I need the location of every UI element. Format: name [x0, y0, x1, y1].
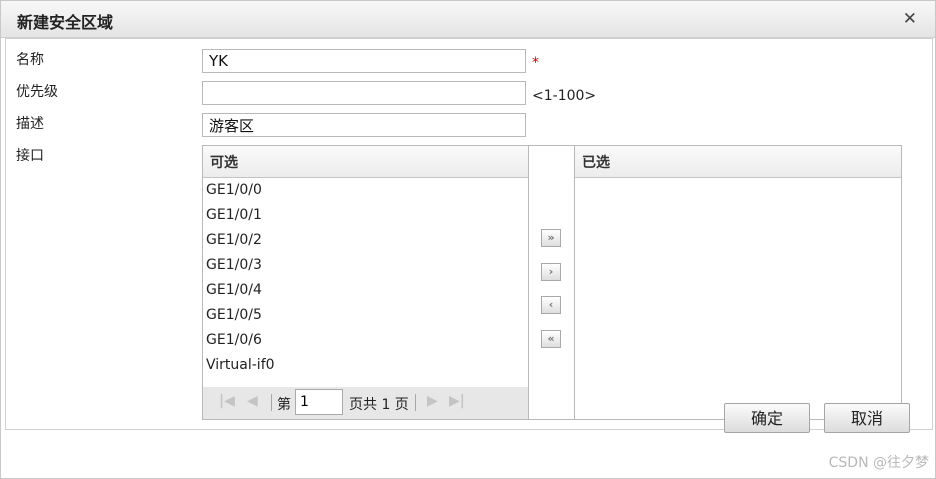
watermark: CSDN @往夕梦	[828, 455, 929, 471]
priority-input[interactable]	[202, 81, 526, 105]
available-header-label: 可选	[210, 155, 238, 171]
description-label: 描述	[16, 116, 44, 132]
last-page-icon[interactable]: ▶|	[449, 393, 465, 409]
list-item[interactable]: GE1/0/3	[203, 253, 528, 278]
pager: |◀ ◀ 第 页共 1 页 ▶ ▶|	[203, 387, 528, 419]
priority-label: 优先级	[16, 84, 58, 100]
available-list: GE1/0/0 GE1/0/1 GE1/0/2 GE1/0/3 GE1/0/4 …	[203, 178, 528, 378]
list-item[interactable]: GE1/0/2	[203, 228, 528, 253]
dialog-title: 新建安全区域	[17, 13, 114, 32]
new-security-zone-dialog: 新建安全区域 ✕ 名称 * 优先级 <1-100> 描述 接口 可选 GE1/0…	[0, 0, 936, 479]
name-label: 名称	[16, 52, 44, 68]
list-item[interactable]: GE1/0/1	[203, 203, 528, 228]
cancel-button[interactable]: 取消	[824, 403, 910, 433]
dialog-content: 名称 * 优先级 <1-100> 描述 接口 可选 GE1/0/0 GE1/0/…	[5, 38, 933, 430]
next-page-icon[interactable]: ▶	[427, 393, 438, 409]
page-prefix: 第	[277, 397, 291, 413]
available-panel: 可选 GE1/0/0 GE1/0/1 GE1/0/2 GE1/0/3 GE1/0…	[202, 145, 529, 420]
dialog-titlebar: 新建安全区域 ✕	[1, 1, 935, 38]
description-input[interactable]	[202, 113, 526, 137]
selected-header: 已选	[575, 146, 901, 178]
page-number-input[interactable]	[295, 389, 343, 415]
add-button[interactable]: ›	[541, 263, 561, 281]
name-input[interactable]	[202, 49, 526, 73]
close-icon[interactable]: ✕	[903, 9, 917, 29]
move-button-column: » › ‹ «	[528, 145, 576, 420]
list-item[interactable]: GE1/0/4	[203, 278, 528, 303]
required-mark: *	[532, 55, 539, 71]
pager-divider	[271, 394, 272, 411]
prev-page-icon[interactable]: ◀	[247, 393, 258, 409]
page-total: 页共 1 页	[349, 397, 409, 413]
first-page-icon[interactable]: |◀	[219, 393, 235, 409]
ok-button[interactable]: 确定	[724, 403, 810, 433]
list-item[interactable]: Virtual-if0	[203, 353, 528, 378]
selected-panel: 已选	[574, 145, 902, 420]
selected-header-label: 已选	[582, 155, 610, 171]
priority-hint: <1-100>	[532, 88, 597, 104]
available-header: 可选	[203, 146, 528, 178]
list-item[interactable]: GE1/0/5	[203, 303, 528, 328]
list-item[interactable]: GE1/0/6	[203, 328, 528, 353]
remove-button[interactable]: ‹	[541, 296, 561, 314]
add-all-button[interactable]: »	[541, 229, 561, 247]
interface-label: 接口	[16, 148, 44, 164]
list-item[interactable]: GE1/0/0	[203, 178, 528, 203]
pager-divider	[415, 394, 416, 411]
remove-all-button[interactable]: «	[541, 330, 561, 348]
